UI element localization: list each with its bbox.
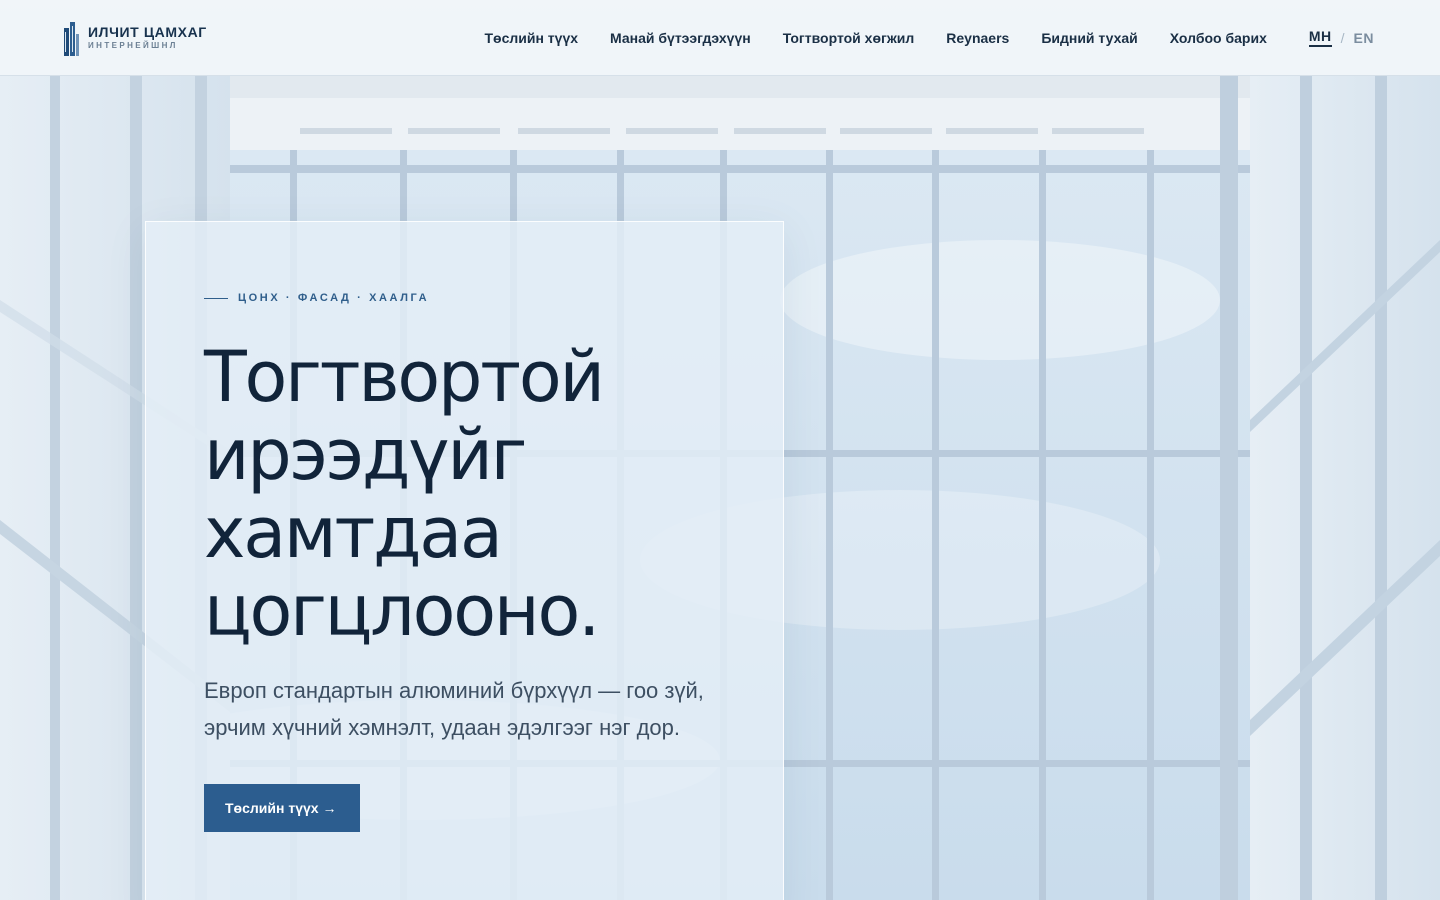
hero-title-line: Тогтвортой bbox=[204, 336, 605, 418]
nav-item-project-history[interactable]: Төслийн түүх bbox=[484, 30, 578, 46]
eyebrow-line bbox=[204, 297, 228, 299]
hero-card: ЦОНХ · ФАСАД · ХААЛГА Тогтвортой ирээдүй… bbox=[145, 221, 784, 900]
hero-title-line: ирээдүйг bbox=[204, 414, 527, 496]
brand-logo[interactable]: ИЛЧИТ ЦАМХАГ ИНТЕРНЕЙШНЛ bbox=[62, 20, 207, 56]
project-history-button[interactable]: Төслийн түүх → bbox=[204, 784, 360, 832]
hero-description: Европ стандартын алюминий бүрхүүл — гоо … bbox=[204, 678, 704, 740]
eyebrow-text: ЦОНХ · ФАСАД · ХААЛГА bbox=[238, 292, 430, 304]
lang-mn-link[interactable]: MH bbox=[1308, 28, 1332, 47]
brand-subtitle: ИНТЕРНЕЙШНЛ bbox=[88, 41, 178, 50]
nav-item-sustainability[interactable]: Тогтвортой хөгжил bbox=[783, 30, 915, 46]
hero-title-line: хамтдаа bbox=[204, 492, 503, 574]
nav-item-products[interactable]: Манай бүтээгдэхүүн bbox=[610, 30, 751, 46]
hero-eyebrow: ЦОНХ · ФАСАД · ХААЛГА bbox=[204, 292, 725, 304]
nav-item-reynaers[interactable]: Reynaers bbox=[946, 30, 1009, 46]
hero-title-line: цогцлооно. bbox=[204, 570, 600, 652]
site-header: ИЛЧИТ ЦАМХАГ ИНТЕРНЕЙШНЛ Төслийн түүх Ма… bbox=[0, 0, 1440, 76]
brand-name: ИЛЧИТ ЦАМХАГ bbox=[88, 24, 207, 40]
brand-text: ИЛЧИТ ЦАМХАГ ИНТЕРНЕЙШНЛ bbox=[88, 25, 207, 50]
building-logo-icon bbox=[64, 21, 79, 56]
nav-item-contact[interactable]: Холбоо барих bbox=[1170, 30, 1267, 46]
language-switcher: MH / EN bbox=[1308, 28, 1374, 47]
lang-separator: / bbox=[1340, 29, 1345, 46]
hero-title: Тогтвортой ирээдүйг хамтдаа цогцлооно. bbox=[204, 338, 725, 650]
nav-item-about[interactable]: Бидний тухай bbox=[1041, 30, 1137, 46]
lang-en-link[interactable]: EN bbox=[1354, 30, 1374, 46]
main-nav: Төслийн түүх Манай бүтээгдэхүүн Тогтворт… bbox=[484, 30, 1266, 46]
